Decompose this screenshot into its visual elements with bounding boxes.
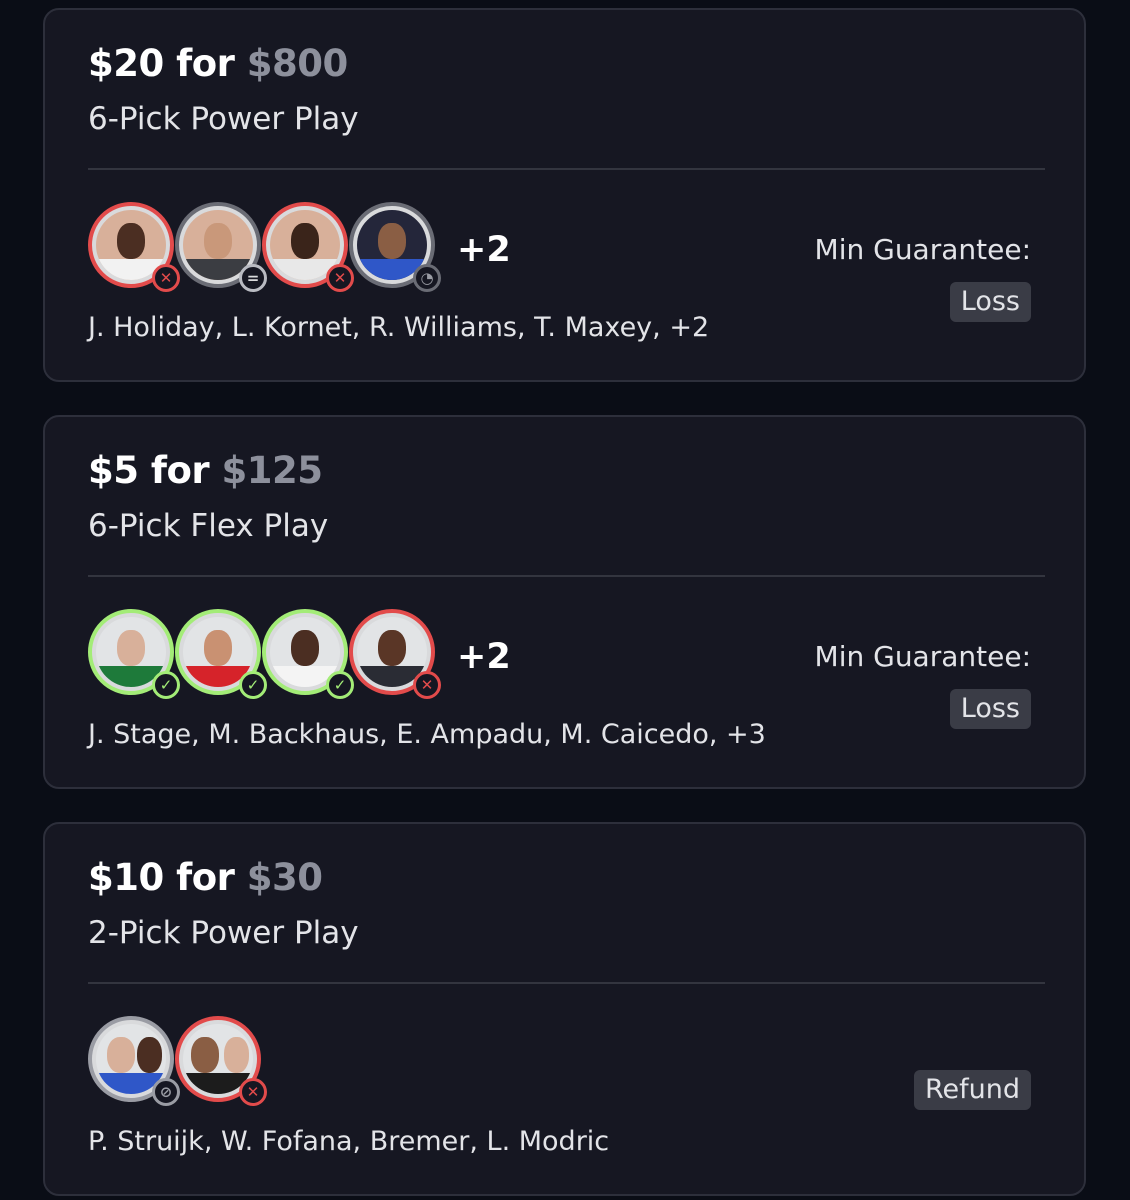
- result-badge: Loss: [949, 689, 1031, 729]
- player-avatar: ✓: [262, 609, 354, 699]
- result-badge: Loss: [949, 282, 1031, 322]
- for-word: for: [176, 856, 235, 899]
- play-type: 2-Pick Power Play: [88, 915, 359, 951]
- slash-icon: ⊘: [152, 1078, 180, 1106]
- entry-card[interactable]: $5 for $125 6-Pick Flex Play ✓ ✓ ✓ ✕ +2 …: [43, 415, 1086, 789]
- stake-amount: $10: [88, 856, 164, 899]
- player-names: P. Struijk, W. Fofana, Bremer, L. Modric: [88, 1126, 610, 1157]
- stake-amount: $5: [88, 449, 139, 492]
- x-icon: ✕: [152, 264, 180, 292]
- player-avatar: ◔: [349, 202, 441, 292]
- min-guarantee-label: Min Guarantee:: [814, 233, 1031, 266]
- player-avatar: ✓: [88, 609, 180, 699]
- player-avatar: =: [175, 202, 267, 292]
- player-avatar: ✓: [175, 609, 267, 699]
- for-word: for: [150, 449, 210, 492]
- entry-amount: $5 for $125: [88, 449, 323, 492]
- entry-amount: $20 for $800: [88, 42, 348, 85]
- play-type: 6-Pick Flex Play: [88, 508, 329, 544]
- equals-icon: =: [239, 264, 267, 292]
- payout-amount: $800: [246, 42, 348, 85]
- entry-amount: $10 for $30: [88, 856, 323, 899]
- player-avatar: ⊘: [88, 1016, 180, 1106]
- payout-amount: $125: [221, 449, 323, 492]
- stake-amount: $20: [88, 42, 164, 85]
- x-icon: ✕: [326, 264, 354, 292]
- check-icon: ✓: [239, 671, 267, 699]
- player-names: J. Holiday, L. Kornet, R. Williams, T. M…: [88, 312, 710, 343]
- player-names: J. Stage, M. Backhaus, E. Ampadu, M. Cai…: [88, 719, 766, 750]
- entry-card[interactable]: $10 for $30 2-Pick Power Play ⊘ ✕ P. Str…: [43, 822, 1086, 1196]
- divider: [88, 168, 1045, 170]
- payout-amount: $30: [246, 856, 323, 899]
- min-guarantee-label: Min Guarantee:: [814, 640, 1031, 673]
- player-avatar: ✕: [262, 202, 354, 292]
- x-icon: ✕: [239, 1078, 267, 1106]
- play-type: 6-Pick Power Play: [88, 101, 359, 137]
- divider: [88, 982, 1045, 984]
- more-count: +2: [457, 230, 511, 270]
- result-badge: Refund: [913, 1070, 1031, 1110]
- player-avatar: ✕: [88, 202, 180, 292]
- more-count: +2: [457, 637, 511, 677]
- check-icon: ✓: [326, 671, 354, 699]
- check-icon: ✓: [152, 671, 180, 699]
- divider: [88, 575, 1045, 577]
- clock-icon: ◔: [413, 264, 441, 292]
- x-icon: ✕: [413, 671, 441, 699]
- for-word: for: [176, 42, 235, 85]
- player-avatar: ✕: [349, 609, 441, 699]
- entry-card[interactable]: $20 for $800 6-Pick Power Play ✕ = ✕ ◔ +…: [43, 8, 1086, 382]
- player-avatar: ✕: [175, 1016, 267, 1106]
